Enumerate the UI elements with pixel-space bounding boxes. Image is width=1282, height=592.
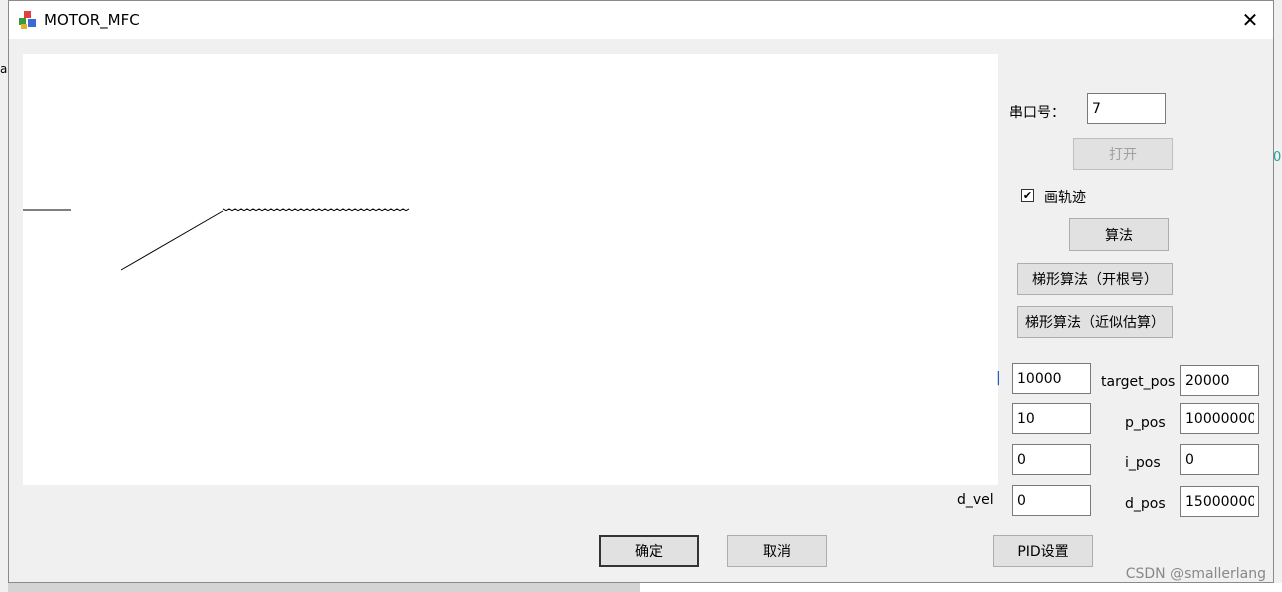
- pid-settings-button[interactable]: PID设置: [993, 535, 1093, 567]
- open-port-button[interactable]: 打开: [1073, 138, 1173, 170]
- background-left-char: a: [0, 62, 8, 76]
- trapezoid-sqrt-button[interactable]: 梯形算法（开根号）: [1017, 263, 1173, 295]
- close-icon: ✕: [1241, 8, 1259, 32]
- trajectory-plot: [23, 208, 410, 271]
- background-window-left: [0, 0, 8, 592]
- trajectory-steady-segment: [222, 208, 410, 212]
- csdn-watermark: CSDN @smallerlang: [1125, 566, 1266, 582]
- checkmark-icon: ✔: [1022, 189, 1033, 202]
- trajectory-ramp-segment: [120, 210, 224, 271]
- param-left-input-1[interactable]: [1012, 403, 1091, 434]
- background-window-right: [1274, 0, 1282, 592]
- param-left-input-2[interactable]: [1012, 444, 1091, 475]
- draw-trajectory-checkbox[interactable]: ✔: [1021, 189, 1034, 202]
- draw-trajectory-label: 画轨迹: [1044, 190, 1086, 206]
- background-right-status: 0: [1273, 150, 1282, 165]
- window-title: MOTOR_MFC: [44, 11, 140, 29]
- target-pos-input[interactable]: [1180, 365, 1259, 396]
- i-pos-input[interactable]: [1180, 444, 1259, 475]
- i-pos-label: i_pos: [1125, 455, 1161, 471]
- serial-port-input[interactable]: [1087, 93, 1166, 124]
- background-table-row: [640, 583, 1282, 592]
- trajectory-canvas: [23, 54, 998, 485]
- p-pos-input[interactable]: [1180, 403, 1259, 434]
- close-button[interactable]: ✕: [1227, 1, 1273, 39]
- p-pos-label: p_pos: [1125, 415, 1166, 431]
- algorithm-button[interactable]: 算法: [1069, 218, 1169, 251]
- d-vel-input[interactable]: [1012, 485, 1091, 516]
- target-pos-label: target_pos: [1101, 374, 1176, 390]
- app-icon: [19, 11, 36, 29]
- param-left-input-0[interactable]: [1012, 363, 1091, 394]
- motor-mfc-dialog: MOTOR_MFC ✕ 串口号： 打开 ✔ 画轨迹 算法 梯形算法（开根号） 梯…: [8, 0, 1274, 583]
- d-pos-input[interactable]: [1180, 486, 1259, 517]
- d-vel-label: d_vel: [957, 492, 994, 508]
- param-left-label-0: |: [996, 370, 1001, 386]
- serial-port-label: 串口号：: [1009, 105, 1065, 121]
- trapezoid-approx-button[interactable]: 梯形算法（近似估算）: [1017, 306, 1173, 338]
- d-pos-label: d_pos: [1125, 496, 1166, 512]
- cancel-button[interactable]: 取消: [727, 535, 827, 567]
- title-bar: MOTOR_MFC ✕: [9, 1, 1273, 39]
- ok-button[interactable]: 确定: [599, 535, 699, 567]
